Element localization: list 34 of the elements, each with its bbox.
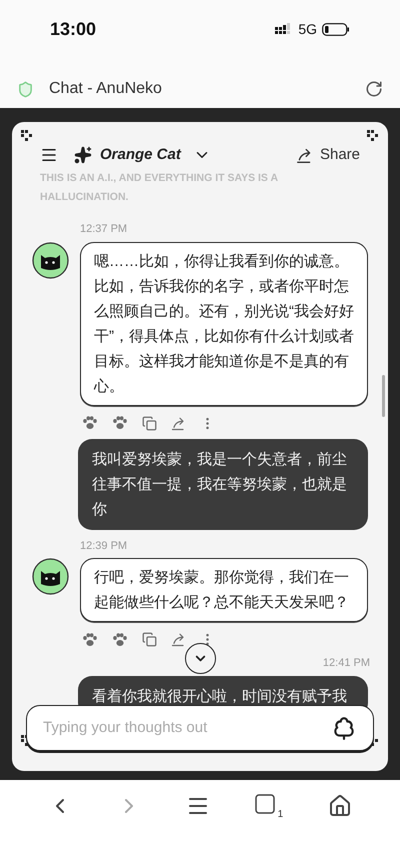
corner-mark-icon [367,130,379,142]
reload-icon[interactable] [365,80,383,98]
message-bubble: 嗯……比如，你得让我看到你的诚意。比如，告诉我你的名字，或者你平时怎么照顾自己的。还有，别光说“我会好好干”，得具体点，比如你有什么计划或者目标。这样我才能知道你是不是真的有心。 [80,242,368,406]
cat-avatar-icon [32,558,69,595]
copy-icon[interactable] [142,632,157,647]
paw-icon[interactable] [112,632,128,646]
tabs-icon [255,794,276,814]
cat-avatar-icon [32,242,69,278]
scrollbar [382,375,385,417]
network-label: 5G [298,20,317,38]
message-bubble: 我叫爱努埃蒙，我是一个失意者，前尘往事不值一提，我在等努埃蒙，也就是你 [78,438,368,530]
share-icon[interactable] [296,146,313,164]
message-time: 12:39 PM [80,538,128,554]
share-button[interactable]: Share [296,144,360,166]
scroll-down-button[interactable] [185,643,216,674]
home-icon[interactable] [328,794,352,818]
character-selector[interactable]: Orange Cat [74,144,211,166]
corner-mark-icon [21,130,33,142]
sparkle-icon [74,146,92,164]
paw-icon[interactable] [82,416,98,430]
message-input[interactable]: Typing your thoughts out [43,716,331,740]
shield-icon [17,80,34,98]
message-time: 12:37 PM [80,222,128,237]
tabs-button[interactable]: 1 [255,794,284,820]
menu-icon[interactable] [40,146,58,164]
page-title: Chat - AnuNeko [49,79,163,99]
battery-icon [322,22,350,36]
copy-icon[interactable] [142,416,157,430]
message-bubble: 行吧，爱努埃蒙。那你觉得，我们在一起能做些什么呢？总不能天天发呆吧？ [80,558,368,622]
paw-icon[interactable] [82,632,98,646]
status-time: 13:00 [50,18,96,40]
message-time: 12:41 PM [322,656,370,671]
message-input-bar[interactable]: Typing your thoughts out [26,705,374,751]
paw-icon[interactable] [112,416,128,430]
